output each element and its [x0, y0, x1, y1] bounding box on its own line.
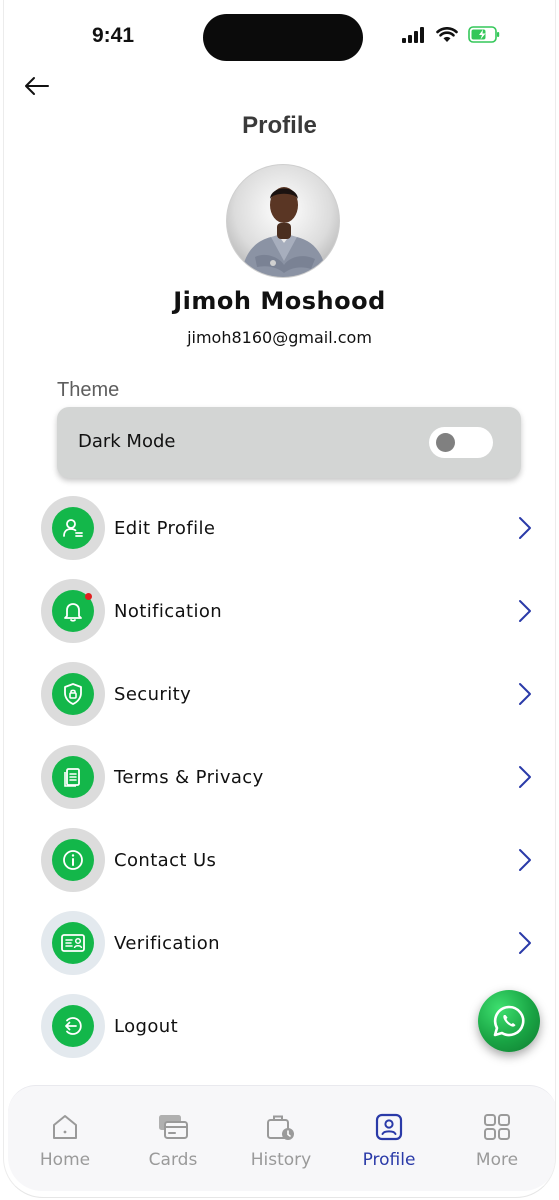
cards-icon [159, 1115, 188, 1139]
nav-item-profile[interactable]: Profile [335, 1086, 443, 1191]
chevron-right-icon [519, 766, 531, 788]
battery-icon [468, 26, 500, 43]
dark-mode-card: Dark Mode [57, 407, 521, 478]
user-edit-icon [63, 519, 83, 537]
menu-item-label: Contact Us [114, 849, 217, 871]
nav-label: Cards [148, 1150, 198, 1170]
page-title: Profile [242, 112, 317, 139]
home-icon [53, 1115, 77, 1139]
chevron-right-icon [519, 600, 531, 622]
dynamic-island [203, 14, 363, 61]
menu-item-label: Security [114, 683, 192, 705]
menu-icon-container [41, 662, 105, 726]
back-button[interactable] [22, 72, 52, 100]
menu-item-contact-us[interactable]: Contact Us [41, 828, 541, 892]
menu-icon-container [41, 745, 105, 809]
document-icon [64, 768, 80, 787]
arrow-left-icon [25, 77, 49, 95]
nav-item-more[interactable]: More [443, 1086, 551, 1191]
menu-icon-container [41, 994, 105, 1058]
grid-icon [484, 1114, 510, 1140]
phone-screen: 9:41 Profile Jimoh Moshood jimoh8160@gma… [3, 0, 556, 1198]
status-time: 9:41 [92, 24, 135, 47]
menu-item-verification[interactable]: Verification [41, 911, 541, 975]
avatar[interactable] [226, 164, 340, 278]
menu-item-terms-privacy[interactable]: Terms & Privacy [41, 745, 541, 809]
theme-section-label: Theme [57, 379, 120, 401]
dark-mode-label: Dark Mode [78, 431, 176, 452]
bell-icon [64, 603, 82, 622]
nav-item-home[interactable]: Home [11, 1086, 119, 1191]
chevron-right-icon [519, 849, 531, 871]
nav-label: Profile [362, 1150, 416, 1170]
menu-item-logout[interactable]: Logout [41, 994, 541, 1058]
nav-label: Home [39, 1150, 91, 1170]
chevron-right-icon [519, 932, 531, 954]
id-card-icon [61, 934, 85, 952]
menu-item-edit-profile[interactable]: Edit Profile [41, 496, 541, 560]
logout-icon [65, 1017, 82, 1035]
menu-item-label: Terms & Privacy [114, 766, 264, 788]
history-icon [267, 1115, 294, 1140]
whatsapp-icon [493, 1005, 525, 1037]
menu-item-label: Notification [114, 600, 223, 622]
info-icon [63, 850, 83, 870]
dark-mode-toggle[interactable] [429, 427, 493, 458]
chevron-right-icon [519, 683, 531, 705]
nav-label: History [250, 1150, 312, 1170]
cellular-signal-icon [402, 26, 424, 43]
menu-icon-container [41, 828, 105, 892]
menu-item-label: Logout [114, 1015, 179, 1037]
toggle-knob [436, 433, 455, 452]
menu-item-label: Verification [114, 932, 220, 954]
user-name: Jimoh Moshood [173, 287, 386, 315]
whatsapp-chat-button[interactable] [478, 990, 540, 1052]
nav-item-cards[interactable]: Cards [119, 1086, 227, 1191]
menu-icon-container [41, 496, 105, 560]
bottom-navigation: Home Cards History Profile More [8, 1085, 555, 1191]
wifi-icon [436, 26, 458, 42]
menu-item-notification[interactable]: Notification [41, 579, 541, 643]
status-icons [402, 26, 500, 43]
menu-item-security[interactable]: Security [41, 662, 541, 726]
nav-item-history[interactable]: History [227, 1086, 335, 1191]
chevron-right-icon [519, 517, 531, 539]
menu-icon-container [41, 911, 105, 975]
nav-label: More [475, 1150, 519, 1170]
menu-icon-container [41, 579, 105, 643]
shield-lock-icon [64, 683, 82, 705]
profile-icon [375, 1113, 403, 1141]
avatar-photo [241, 187, 327, 277]
notification-badge [85, 593, 92, 600]
menu-item-label: Edit Profile [114, 517, 216, 539]
user-email: jimoh8160@gmail.com [187, 328, 372, 347]
